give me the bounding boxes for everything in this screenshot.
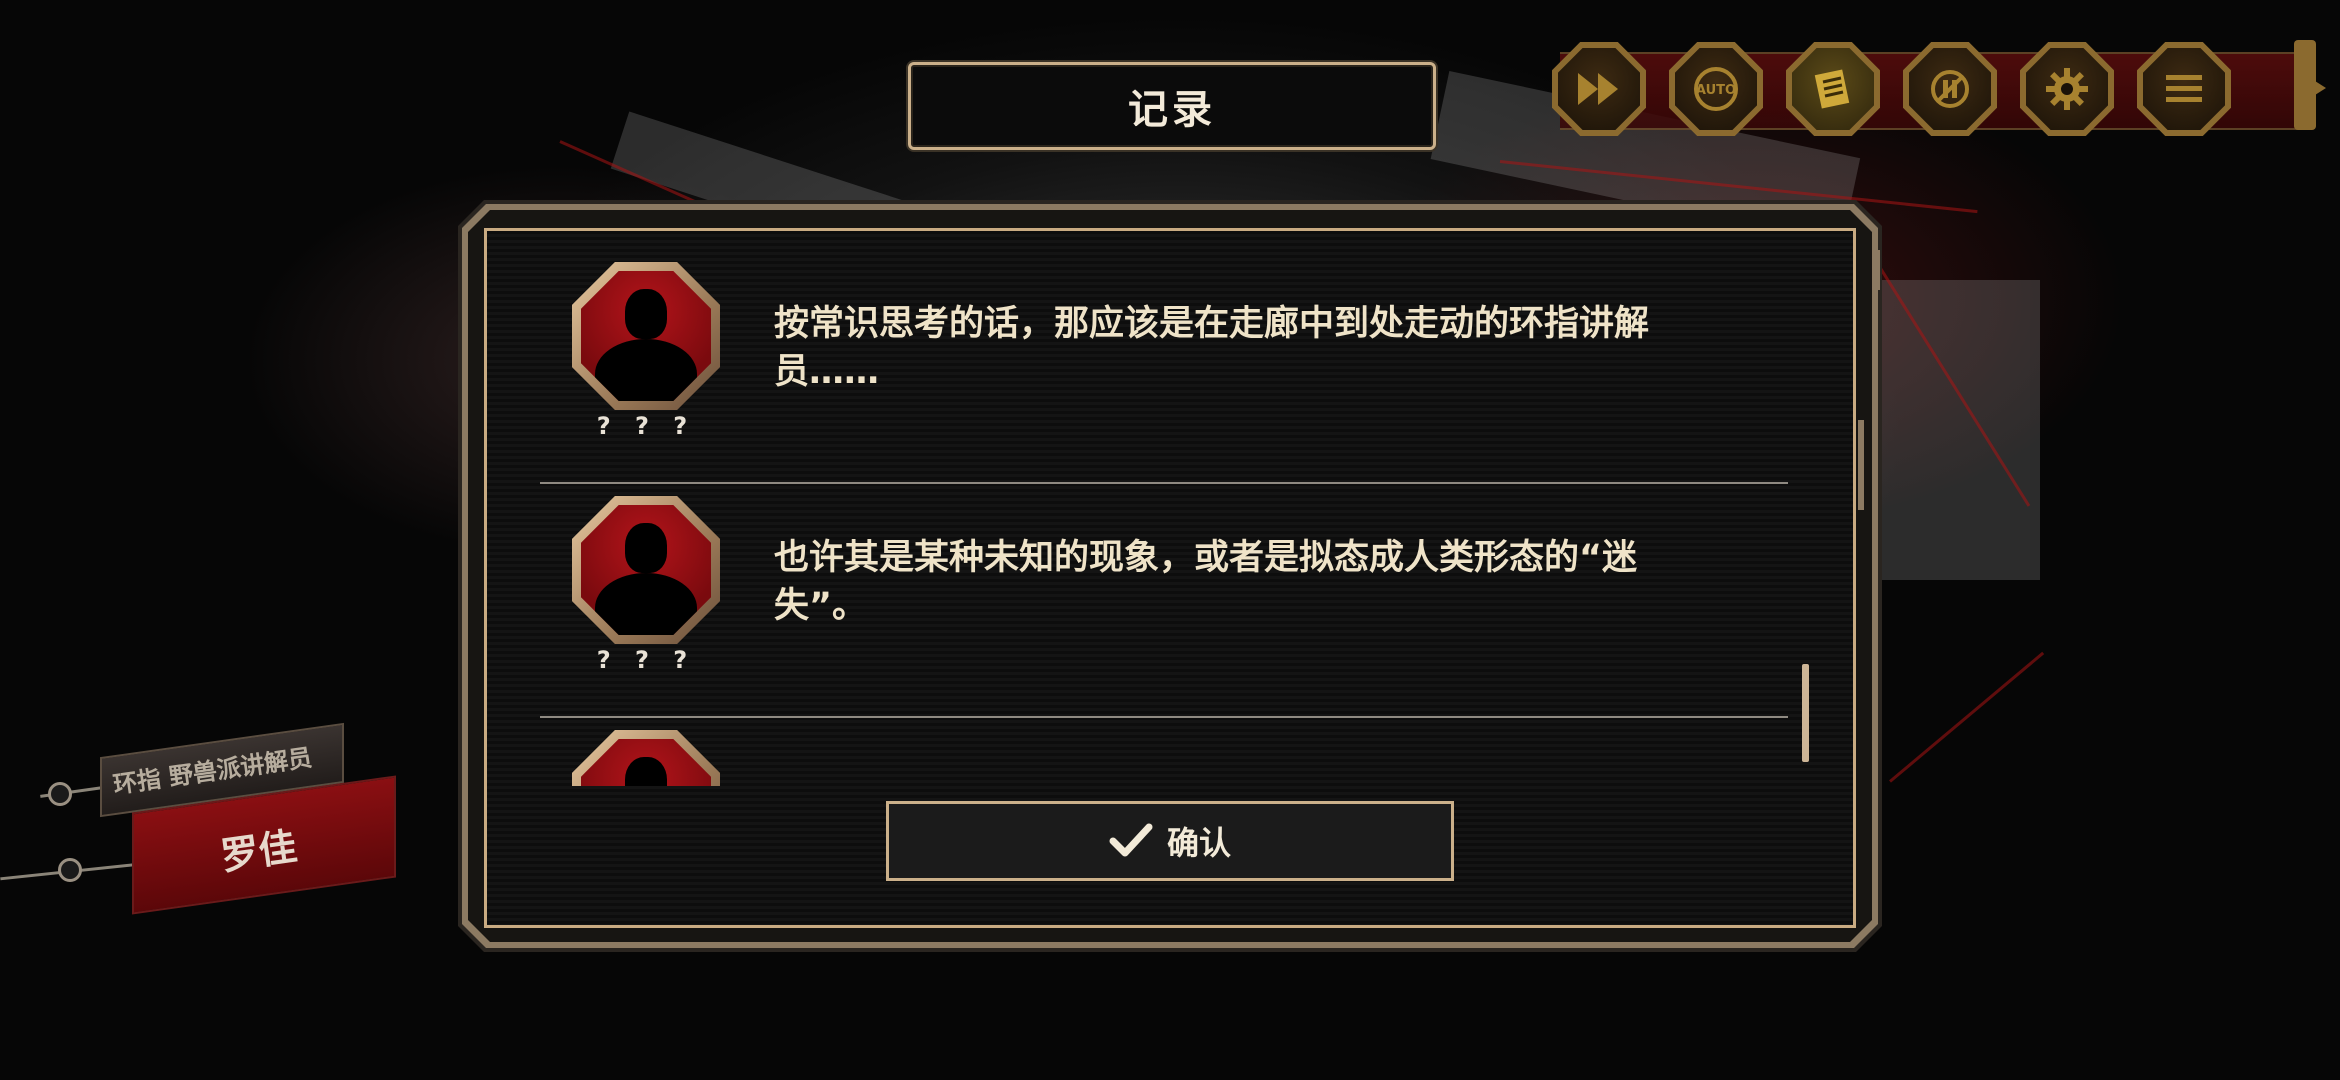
silhouette-head bbox=[625, 523, 667, 573]
dialog-title-plate: 记录 bbox=[908, 62, 1436, 150]
speaker-avatar bbox=[572, 262, 720, 410]
frame-notch bbox=[1858, 420, 1864, 510]
confirm-button[interactable]: 确认 bbox=[886, 801, 1454, 881]
auto-label: AUTO bbox=[1696, 83, 1736, 98]
hide-ui-icon bbox=[1931, 70, 1969, 108]
dialogue-text: 按常识思考的话，那应该是在走廊中到处走动的环指讲解员…… bbox=[774, 304, 1650, 392]
log-icon bbox=[1814, 69, 1850, 109]
scrollbar-thumb[interactable] bbox=[1802, 664, 1809, 762]
menu-icon bbox=[2166, 75, 2202, 102]
collapse-arrow-icon[interactable] bbox=[2300, 70, 2330, 106]
game-screen: AUTO 记录 ? ? ? 按常识思考的话，那应该是在走廊中到处走动的环指讲解员… bbox=[0, 0, 2340, 1080]
hide-ui-button[interactable] bbox=[1903, 42, 1997, 136]
nameplate-knob bbox=[48, 782, 72, 806]
menu-button[interactable] bbox=[2137, 42, 2231, 136]
speaker-name: ? ? ? bbox=[596, 646, 696, 674]
fast-forward-icon bbox=[1578, 73, 1618, 105]
speaker-avatar bbox=[572, 496, 720, 644]
frame-notch bbox=[1872, 250, 1880, 290]
check-icon bbox=[1109, 823, 1153, 857]
settings-button[interactable] bbox=[2020, 42, 2114, 136]
log-button[interactable] bbox=[1786, 42, 1880, 136]
fast-forward-button[interactable] bbox=[1552, 42, 1646, 136]
gear-icon bbox=[2046, 68, 2088, 110]
silhouette-body bbox=[595, 339, 697, 401]
character-nameplate: 环指 野兽派讲解员 罗佳 bbox=[0, 720, 420, 920]
auto-icon: AUTO bbox=[1694, 67, 1738, 111]
silhouette-head bbox=[625, 757, 667, 786]
speaker-avatar bbox=[572, 730, 720, 786]
nameplate-knob bbox=[58, 858, 82, 882]
speaker-name: ? ? ? bbox=[596, 412, 696, 440]
log-entry bbox=[540, 718, 1790, 786]
silhouette-head bbox=[625, 289, 667, 339]
confirm-label: 确认 bbox=[1166, 824, 1231, 862]
bg-streak bbox=[1880, 280, 2040, 580]
bg-red-line bbox=[1889, 651, 2045, 783]
auto-button[interactable]: AUTO bbox=[1669, 42, 1763, 136]
log-entry: ? ? ? 也许其是某种未知的现象，或者是拟态成人类形态的“迷失”。 bbox=[540, 484, 1790, 718]
log-entry: ? ? ? 按常识思考的话，那应该是在走廊中到处走动的环指讲解员…… bbox=[540, 250, 1790, 484]
dialog-title: 记录 bbox=[1128, 87, 1216, 133]
log-list[interactable]: ? ? ? 按常识思考的话，那应该是在走廊中到处走动的环指讲解员…… ? ? ?… bbox=[540, 250, 1790, 786]
silhouette-body bbox=[595, 573, 697, 635]
dialogue-text: 也许其是某种未知的现象，或者是拟态成人类形态的“迷失”。 bbox=[774, 538, 1638, 626]
